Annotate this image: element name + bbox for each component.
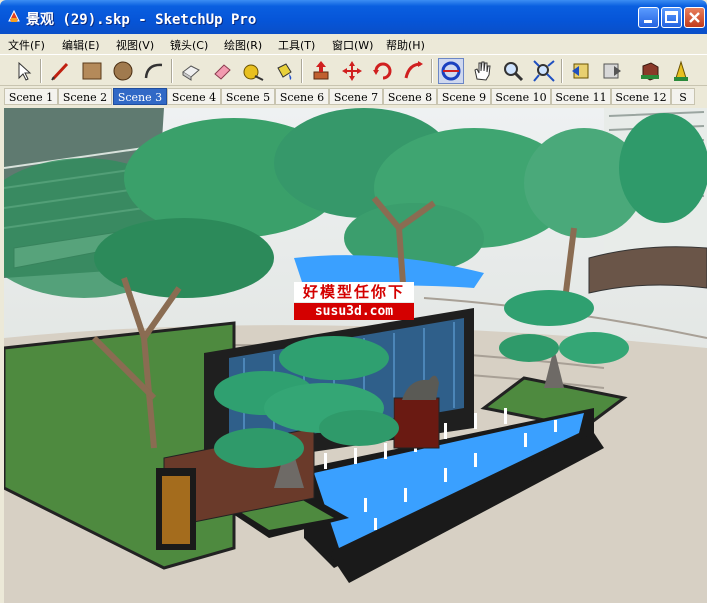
select-arrow-icon [18, 61, 32, 81]
share-model-button[interactable] [668, 58, 694, 84]
follow-me-icon [404, 61, 423, 79]
select-tool-button[interactable] [10, 58, 36, 84]
toolbar-separator [171, 59, 173, 83]
get-models-button[interactable] [637, 58, 663, 84]
close-icon [689, 12, 700, 23]
zoom-icon [504, 62, 524, 82]
toolbar-separator [431, 59, 433, 83]
model-viewport[interactable]: 好模型任你下 susu3d.com [4, 108, 707, 603]
maximize-button[interactable] [661, 7, 682, 28]
minimize-icon [644, 20, 652, 23]
tab-scene-4[interactable]: Scene 4 [167, 88, 221, 105]
eraser-icon [214, 64, 231, 80]
watermark-url: susu3d.com [294, 303, 414, 320]
tab-scene-10[interactable]: Scene 10 [491, 88, 551, 105]
tab-scene-1[interactable]: Scene 1 [4, 88, 58, 105]
menu-edit[interactable]: 编辑(E) [62, 37, 100, 53]
pencil-line-icon [51, 62, 69, 81]
rotate-icon [373, 62, 392, 80]
menu-draw[interactable]: 绘图(R) [224, 37, 262, 53]
menu-bar: 文件(F) 编辑(E) 视图(V) 镜头(C) 绘图(R) 工具(T) 窗口(W… [0, 34, 707, 54]
tab-scene-7[interactable]: Scene 7 [329, 88, 383, 105]
zoom-tool-button[interactable] [500, 58, 526, 84]
circle-icon [113, 61, 133, 81]
minimize-button[interactable] [638, 7, 659, 28]
previous-view-icon [572, 63, 589, 79]
close-button[interactable] [684, 7, 705, 28]
scene-tabs: Scene 1 Scene 2 Scene 3 Scene 4 Scene 5 … [0, 86, 707, 108]
sculpture-pedestal [393, 397, 440, 449]
main-toolbar [0, 54, 707, 86]
rotate-tool-button[interactable] [370, 58, 396, 84]
tab-scene-3[interactable]: Scene 3 [113, 88, 167, 105]
tab-scene-9[interactable]: Scene 9 [437, 88, 491, 105]
tab-scene-11[interactable]: Scene 11 [551, 88, 611, 105]
move-icon [342, 61, 362, 81]
follow-me-button[interactable] [401, 58, 427, 84]
circle-tool-button[interactable] [110, 58, 136, 84]
rectangle-tool-button[interactable] [79, 58, 105, 84]
tape-measure-icon [243, 64, 264, 81]
zoom-extents-button[interactable] [531, 58, 557, 84]
title-bar: 景观 (29).skp - SketchUp Pro [0, 0, 707, 34]
pan-tool-button[interactable] [469, 58, 495, 84]
arc-icon [144, 63, 163, 79]
move-tool-button[interactable] [339, 58, 365, 84]
toolbar-separator [301, 59, 303, 83]
push-pull-icon [313, 61, 329, 80]
tape-measure-button[interactable] [240, 58, 266, 84]
next-view-icon [603, 63, 621, 79]
menu-help[interactable]: 帮助(H) [386, 37, 425, 53]
next-view-button[interactable] [599, 58, 625, 84]
paint-bucket-icon [277, 63, 292, 80]
tab-scene-8[interactable]: Scene 8 [383, 88, 437, 105]
line-tool-button[interactable] [48, 58, 74, 84]
tab-scene-5[interactable]: Scene 5 [221, 88, 275, 105]
menu-window[interactable]: 窗口(W) [332, 37, 373, 53]
zoom-extents-icon [533, 60, 555, 82]
orbit-icon [441, 61, 461, 81]
landscape-scene [4, 108, 707, 603]
site-watermark: 好模型任你下 susu3d.com [294, 282, 414, 320]
tab-scene-13-partial[interactable]: S [671, 88, 695, 105]
menu-file[interactable]: 文件(F) [8, 37, 45, 53]
arc-tool-button[interactable] [141, 58, 167, 84]
orbit-tool-button[interactable] [438, 58, 464, 84]
sketchup-app-icon[interactable] [6, 9, 22, 25]
tab-scene-6[interactable]: Scene 6 [275, 88, 329, 105]
watermark-slogan: 好模型任你下 [294, 282, 414, 302]
tab-scene-12[interactable]: Scene 12 [611, 88, 671, 105]
previous-view-button[interactable] [568, 58, 594, 84]
lantern-pattern [162, 476, 190, 544]
toolbar-separator [40, 59, 42, 83]
make-component-icon [182, 65, 200, 81]
push-pull-button[interactable] [308, 58, 334, 84]
menu-tools[interactable]: 工具(T) [278, 37, 315, 53]
share-model-icon [674, 60, 688, 81]
menu-camera[interactable]: 镜头(C) [170, 37, 208, 53]
window-title: 景观 (29).skp - SketchUp Pro [26, 12, 257, 28]
toolbar-separator [561, 59, 563, 83]
tab-scene-2[interactable]: Scene 2 [58, 88, 112, 105]
get-models-icon [641, 62, 659, 81]
make-component-button[interactable] [178, 58, 204, 84]
pan-hand-icon [474, 61, 491, 81]
maximize-icon [665, 11, 678, 23]
rectangle-icon [82, 62, 102, 80]
eraser-tool-button[interactable] [209, 58, 235, 84]
menu-view[interactable]: 视图(V) [116, 37, 154, 53]
paint-bucket-button[interactable] [271, 58, 297, 84]
